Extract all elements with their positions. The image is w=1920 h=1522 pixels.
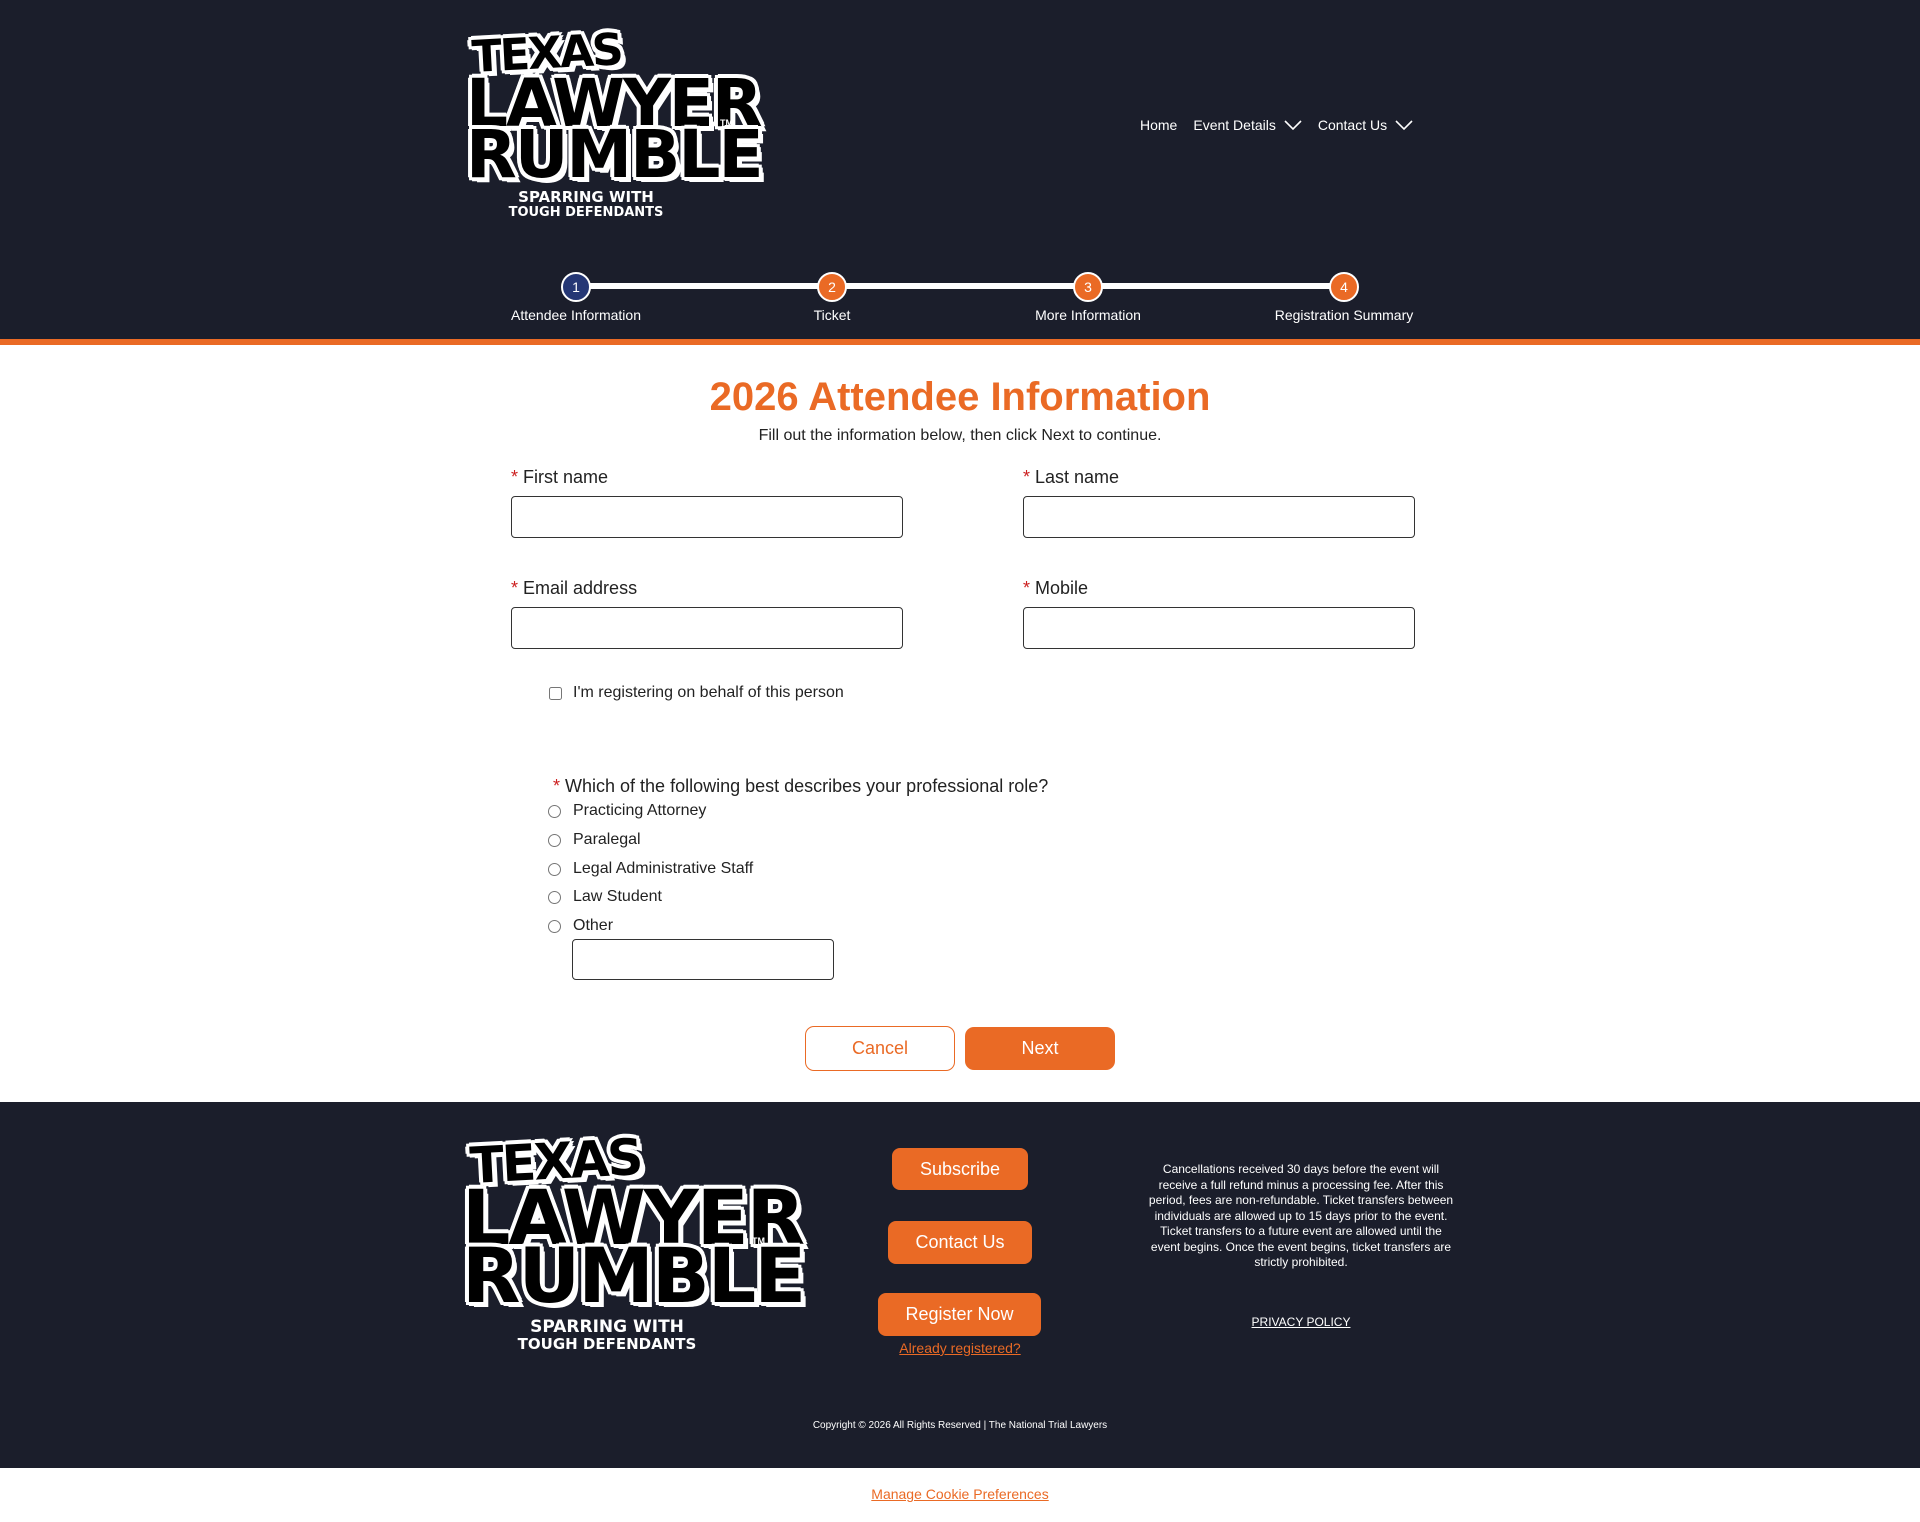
step-1-label: Attendee Information — [511, 307, 641, 323]
email-label-text: Email address — [523, 578, 638, 598]
email-label: * Email address — [511, 578, 637, 599]
logo-word-rumble: RUMBLE — [462, 1231, 806, 1321]
role-radio-other[interactable] — [548, 919, 561, 933]
role-question-text: Which of the following best describes yo… — [565, 776, 1049, 796]
required-mark: * — [553, 776, 561, 796]
behalf-checkbox-label: I'm registering on behalf of this person — [573, 684, 844, 701]
subscribe-button[interactable]: Subscribe — [892, 1148, 1028, 1190]
register-now-button[interactable]: Register Now — [878, 1293, 1041, 1336]
behalf-checkbox-row[interactable]: I'm registering on behalf of this person — [549, 684, 844, 702]
behalf-checkbox[interactable] — [549, 686, 562, 700]
header-logo[interactable]: TEXAS LAWYER RUMBLE TM SPARRING WITH TOU… — [466, 24, 764, 221]
role-question: * Which of the following best describes y… — [553, 776, 1048, 797]
required-mark: * — [511, 578, 519, 598]
nav-event-details[interactable]: Event Details — [1193, 117, 1302, 133]
nav-home[interactable]: Home — [1140, 117, 1177, 133]
role-option-other[interactable]: Other — [548, 917, 613, 935]
role-option-legal-admin-staff[interactable]: Legal Administrative Staff — [548, 860, 753, 878]
chevron-down-icon — [1284, 120, 1302, 130]
role-radio-paralegal[interactable] — [548, 833, 561, 847]
required-mark: * — [511, 467, 519, 487]
page-subtitle: Fill out the information below, then cli… — [758, 427, 1162, 444]
role-radio-legal-admin-staff[interactable] — [548, 862, 561, 876]
mobile-input[interactable] — [1023, 607, 1415, 649]
nav-contact-us-label: Contact Us — [1317, 117, 1388, 133]
step-2-label: Ticket — [813, 307, 851, 323]
chevron-down-icon — [1395, 120, 1413, 130]
last-name-input[interactable] — [1023, 496, 1415, 538]
logo-trademark: TM — [752, 1236, 765, 1246]
manage-cookie-preferences-link[interactable]: Manage Cookie Preferences — [0, 1486, 1920, 1502]
role-option-paralegal[interactable]: Paralegal — [548, 831, 641, 849]
nav-home-label: Home — [1140, 117, 1178, 133]
last-name-label: * Last name — [1023, 467, 1119, 488]
logo-tagline-line1: SPARRING WITH — [530, 1316, 684, 1337]
required-mark: * — [1023, 467, 1031, 487]
role-radio-practicing-attorney[interactable] — [548, 804, 561, 818]
footer-logo[interactable]: TEXAS LAWYER RUMBLE TM SPARRING WITH TOU… — [462, 1128, 806, 1352]
cancel-button[interactable]: Cancel — [805, 1026, 955, 1071]
footer-contact-button[interactable]: Contact Us — [888, 1221, 1032, 1264]
required-mark: * — [1023, 578, 1031, 598]
privacy-policy-link[interactable]: PRIVACY POLICY — [1144, 1315, 1458, 1329]
page-title: 2026 Attendee Information — [709, 375, 1211, 419]
step-3-label: More Information — [1035, 307, 1141, 323]
role-radio-law-student[interactable] — [548, 890, 561, 904]
logo-trademark: TM — [720, 118, 733, 128]
cancellation-policy-text: Cancellations received 30 days before th… — [1148, 1162, 1454, 1269]
main-nav: Home Event Details Contact Us — [1140, 117, 1413, 133]
mobile-label-text: Mobile — [1035, 578, 1089, 598]
role-other-input[interactable] — [572, 939, 834, 980]
step-1-circle: 1 — [561, 272, 591, 302]
next-button[interactable]: Next — [965, 1027, 1115, 1070]
step-4-label: Registration Summary — [1274, 307, 1414, 323]
already-registered-link[interactable]: Already registered? — [0, 1340, 1920, 1356]
first-name-label-text: First name — [523, 467, 609, 487]
mobile-label: * Mobile — [1023, 578, 1088, 599]
role-option-practicing-attorney[interactable]: Practicing Attorney — [548, 802, 706, 820]
last-name-label-text: Last name — [1035, 467, 1120, 487]
step-3-circle: 3 — [1073, 272, 1103, 302]
role-option-label: Law Student — [573, 888, 662, 905]
role-option-law-student[interactable]: Law Student — [548, 888, 662, 906]
first-name-label: * First name — [511, 467, 608, 488]
nav-event-details-label: Event Details — [1193, 117, 1276, 133]
role-option-label: Paralegal — [573, 831, 641, 848]
first-name-input[interactable] — [511, 496, 903, 538]
site-header: TEXAS LAWYER RUMBLE TM SPARRING WITH TOU… — [0, 0, 1920, 345]
role-option-label: Other — [573, 917, 614, 934]
logo-word-rumble: RUMBLE — [466, 115, 764, 193]
logo-tagline-line2: TOUGH DEFENDANTS — [508, 205, 664, 221]
step-4-circle: 4 — [1329, 272, 1359, 302]
copyright-text: Copyright © 2026 All Rights Reserved | T… — [812, 1420, 1108, 1431]
step-2-circle: 2 — [817, 272, 847, 302]
email-input[interactable] — [511, 607, 903, 649]
nav-contact-us[interactable]: Contact Us — [1318, 117, 1413, 133]
role-option-label: Practicing Attorney — [573, 802, 707, 819]
stepper-track — [576, 283, 1344, 289]
role-option-label: Legal Administrative Staff — [573, 860, 754, 877]
